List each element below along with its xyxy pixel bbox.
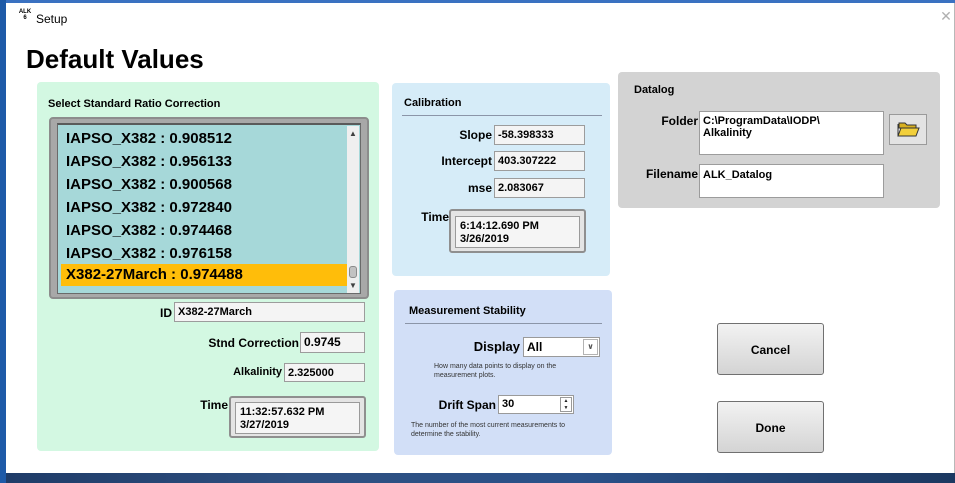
setup-window: ALK 6 Setup ✕ Default Values Select Stand… <box>0 0 955 483</box>
datalog-label: Datalog <box>634 84 675 96</box>
drift-span-label: Drift Span <box>438 398 496 412</box>
ratio-time-box: 11:32:57.632 PM 3/27/2019 <box>229 396 366 438</box>
title-bar: ALK 6 Setup ✕ <box>12 3 955 31</box>
id-label: ID <box>160 306 172 320</box>
mse-field: 2.083067 <box>494 178 585 198</box>
stnd-correction-field[interactable]: 0.9745 <box>300 332 365 353</box>
filename-field[interactable]: ALK_Datalog <box>699 164 884 198</box>
spin-up-icon[interactable]: ▲ <box>561 398 571 405</box>
drift-span-value: 30 <box>502 398 515 410</box>
calibration-time-field: 6:14:12.690 PM 3/26/2019 <box>455 216 580 248</box>
cancel-button[interactable]: Cancel <box>717 323 824 375</box>
drift-span-stepper[interactable]: 30 ▲ ▼ <box>498 395 574 414</box>
list-item-selected[interactable]: X382-27March : 0.974488 <box>61 264 351 286</box>
window-title: Setup <box>36 12 68 26</box>
alkalinity-label: Alkalinity <box>233 366 282 378</box>
spin-down-icon[interactable]: ▼ <box>561 405 571 412</box>
calibration-date-value: 3/26/2019 <box>460 233 509 245</box>
folder-path-line: C:\ProgramData\IODP\ <box>703 115 820 127</box>
calibration-time-box: 6:14:12.690 PM 3/26/2019 <box>449 209 586 253</box>
display-desc-line: measurement plots. <box>434 372 496 379</box>
intercept-label: Intercept <box>441 154 492 168</box>
display-desc-line: How many data points to display on the <box>434 363 557 370</box>
list-item[interactable]: IAPSO_X382 : 0.956133 <box>61 151 351 173</box>
ratio-time-label: Time <box>200 398 228 412</box>
scroll-thumb[interactable] <box>349 266 357 278</box>
list-scrollbar[interactable]: ▲ ▼ <box>347 126 359 293</box>
stnd-correction-label: Stnd Correction <box>208 336 299 350</box>
list-item[interactable]: IAPSO_X382 : 0.976158 <box>61 243 351 265</box>
browse-folder-button[interactable] <box>889 114 927 145</box>
slope-field: -58.398333 <box>494 125 585 145</box>
done-button[interactable]: Done <box>717 401 824 453</box>
dropdown-arrow-icon[interactable]: ∨ <box>583 339 598 355</box>
stability-label: Measurement Stability <box>409 305 526 317</box>
list-item[interactable]: IAPSO_X382 : 0.972840 <box>61 197 351 219</box>
calibration-separator <box>402 115 602 116</box>
list-item[interactable]: IAPSO_X382 : 0.908512 <box>61 128 351 150</box>
ratio-listbox[interactable]: IAPSO_X382 : 0.908512 IAPSO_X382 : 0.956… <box>57 123 361 294</box>
list-item[interactable]: IAPSO_X382 : 0.900568 <box>61 174 351 196</box>
id-field[interactable]: X382-27March <box>174 302 365 322</box>
scroll-down-icon[interactable]: ▼ <box>347 280 359 292</box>
scroll-up-icon[interactable]: ▲ <box>347 128 359 140</box>
slope-label: Slope <box>459 128 492 142</box>
page-title: Default Values <box>26 44 204 74</box>
stability-separator <box>405 323 602 324</box>
drift-desc-line: The number of the most current measureme… <box>411 422 566 429</box>
close-icon[interactable]: ✕ <box>938 8 954 24</box>
ratio-date-value: 3/27/2019 <box>240 419 289 431</box>
window-bottom-border <box>6 473 955 483</box>
ratio-time-value: 11:32:57.632 PM <box>240 406 325 418</box>
drift-span-description: The number of the most current measureme… <box>411 421 601 439</box>
display-description: How many data points to display on the m… <box>434 362 604 380</box>
folder-open-icon <box>897 122 920 137</box>
calibration-time-value: 6:14:12.690 PM <box>460 220 539 232</box>
calibration-time-label: Time <box>421 210 449 224</box>
ratio-time-field: 11:32:57.632 PM 3/27/2019 <box>235 402 360 434</box>
mse-label: mse <box>467 181 492 195</box>
calibration-label: Calibration <box>404 97 462 109</box>
drift-desc-line: determine the stability. <box>411 431 481 438</box>
drift-span-buttons: ▲ ▼ <box>560 397 572 412</box>
ratio-listbox-frame: IAPSO_X382 : 0.908512 IAPSO_X382 : 0.956… <box>49 117 369 299</box>
ratio-correction-label: Select Standard Ratio Correction <box>48 98 221 110</box>
app-icon: ALK 6 <box>18 9 32 21</box>
intercept-field: 403.307222 <box>494 151 585 171</box>
folder-path-line: Alkalinity <box>703 127 752 139</box>
filename-label: Filename <box>645 167 698 181</box>
display-select-value: All <box>527 340 543 354</box>
display-select[interactable]: All ∨ <box>523 337 600 357</box>
alkalinity-field[interactable]: 2.325000 <box>284 363 365 382</box>
folder-field[interactable]: C:\ProgramData\IODP\ Alkalinity <box>699 111 884 155</box>
folder-label: Folder <box>661 114 698 128</box>
list-item[interactable]: IAPSO_X382 : 0.974468 <box>61 220 351 242</box>
display-label: Display <box>473 339 520 354</box>
